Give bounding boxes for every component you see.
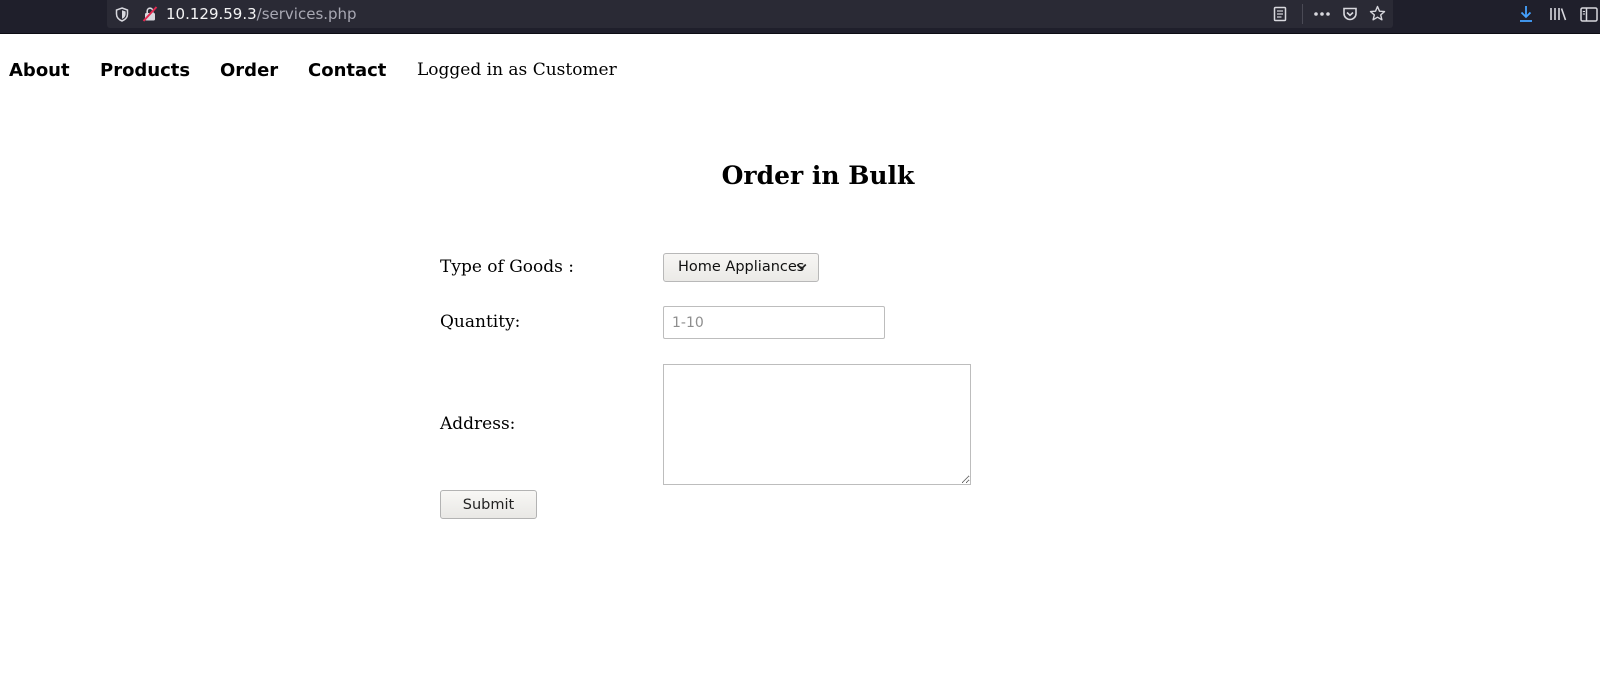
chevron-down-icon <box>796 263 807 271</box>
nav-about-link[interactable]: About <box>9 59 70 83</box>
login-status: Logged in as Customer <box>417 60 617 80</box>
url-text[interactable]: 10.129.59.3/services.php <box>166 5 357 23</box>
nav-products-link[interactable]: Products <box>100 59 190 83</box>
page-title: Order in Bulk <box>721 161 915 190</box>
star-icon[interactable] <box>1369 5 1386 22</box>
submit-button[interactable]: Submit <box>440 490 537 519</box>
insecure-lock-icon[interactable] <box>142 6 158 22</box>
toolbar-separator <box>1302 4 1303 24</box>
type-of-goods-selected: Home Appliances <box>678 259 805 275</box>
type-of-goods-label: Type of Goods : <box>440 257 575 277</box>
download-arrow-icon[interactable] <box>1518 5 1534 23</box>
pocket-icon[interactable] <box>1342 6 1358 22</box>
nav-contact-link[interactable]: Contact <box>308 59 386 83</box>
library-icon[interactable] <box>1549 6 1567 22</box>
quantity-input[interactable] <box>663 306 885 339</box>
shield-icon[interactable] <box>115 7 129 22</box>
address-label: Address: <box>440 414 516 434</box>
url-host: 10.129.59.3 <box>166 5 257 23</box>
nav-order-link[interactable]: Order <box>220 59 278 83</box>
reader-view-icon[interactable] <box>1273 6 1287 22</box>
address-textarea[interactable] <box>663 364 971 485</box>
sidebar-icon[interactable] <box>1580 7 1598 22</box>
quantity-label: Quantity: <box>440 312 521 332</box>
type-of-goods-select[interactable]: Home Appliances <box>663 253 819 282</box>
url-path: /services.php <box>256 5 357 23</box>
more-actions-icon[interactable] <box>1313 11 1331 17</box>
browser-toolbar: 10.129.59.3/services.php <box>0 0 1600 34</box>
